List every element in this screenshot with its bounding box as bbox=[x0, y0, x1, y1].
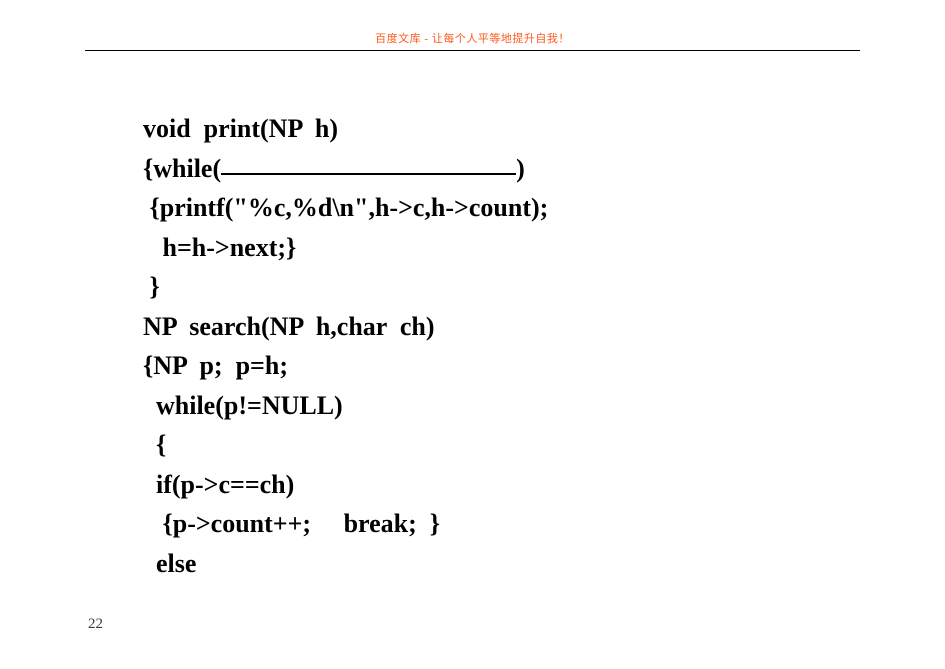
code-line-9: { bbox=[143, 430, 166, 459]
page-number: 22 bbox=[88, 616, 103, 633]
document-page: 百度文库 - 让每个人平等地提升自我！ void print(NP h) {wh… bbox=[0, 0, 945, 669]
code-line-4: h=h->next;} bbox=[143, 233, 296, 262]
header-text: 百度文库 - 让每个人平等地提升自我！ bbox=[375, 33, 570, 45]
code-line-1: void print(NP h) bbox=[143, 114, 338, 143]
code-line-10: if(p->c==ch) bbox=[143, 470, 294, 499]
page-header: 百度文库 - 让每个人平等地提升自我！ bbox=[85, 30, 860, 51]
code-block: void print(NP h) {while() {printf("%c,%d… bbox=[143, 109, 860, 583]
code-line-5: } bbox=[143, 272, 160, 301]
code-line-11: {p->count++; break; } bbox=[143, 509, 440, 538]
code-line-2b: ) bbox=[516, 154, 525, 183]
fill-in-blank bbox=[221, 148, 516, 175]
code-line-6: NP search(NP h,char ch) bbox=[143, 312, 435, 341]
code-line-7: {NP p; p=h; bbox=[143, 351, 288, 380]
code-line-2a: {while( bbox=[143, 154, 221, 183]
code-line-12: else bbox=[143, 549, 196, 578]
code-line-3: {printf("%c,%d\n",h->c,h->count); bbox=[143, 193, 548, 222]
code-line-8: while(p!=NULL) bbox=[143, 391, 343, 420]
